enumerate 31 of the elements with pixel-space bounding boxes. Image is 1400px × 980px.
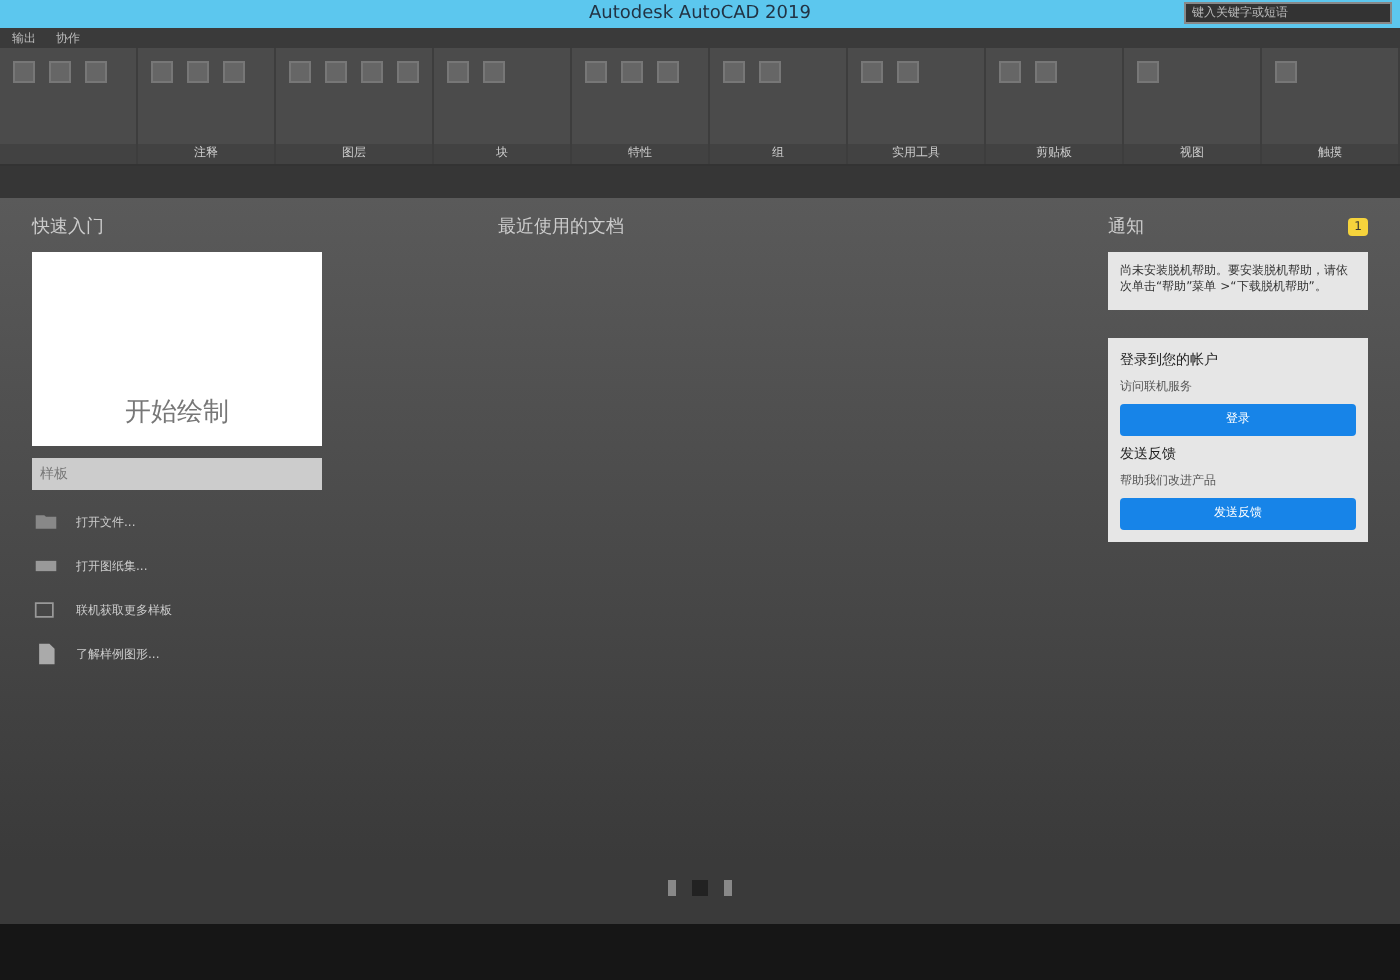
- toolbar-icon[interactable]: [1274, 60, 1298, 84]
- toolbar-icon[interactable]: [584, 60, 608, 84]
- toolbar-icon[interactable]: [48, 60, 72, 84]
- toolbar-icon[interactable]: [446, 60, 470, 84]
- toolbar-icon[interactable]: [1034, 60, 1058, 84]
- toolbar-icon[interactable]: [1136, 60, 1160, 84]
- start-drawing-card[interactable]: 开始绘制: [32, 252, 322, 446]
- toolbar-icon[interactable]: [998, 60, 1022, 84]
- toolbar-icon[interactable]: [758, 60, 782, 84]
- toolbar-icon[interactable]: [222, 60, 246, 84]
- toolbar-icon[interactable]: [482, 60, 506, 84]
- folder-icon: [32, 510, 60, 534]
- toolbar-icon[interactable]: [84, 60, 108, 84]
- toolbar-icon[interactable]: [620, 60, 644, 84]
- toolbar-icon[interactable]: [150, 60, 174, 84]
- tray-icon: [32, 598, 60, 622]
- toolbar-icon[interactable]: [656, 60, 680, 84]
- toolbar-icon[interactable]: [324, 60, 348, 84]
- toolbar-icon[interactable]: [860, 60, 884, 84]
- toolbar-icon[interactable]: [288, 60, 312, 84]
- section-heading: 最近使用的文档: [498, 215, 624, 240]
- section-heading: 快速入门: [32, 215, 106, 240]
- toolbar-icon[interactable]: [722, 60, 746, 84]
- toolbar-icon[interactable]: [186, 60, 210, 84]
- toolbar-icon[interactable]: [396, 60, 420, 84]
- section-heading: 通知: [1108, 215, 1144, 240]
- toolbar-icon[interactable]: [360, 60, 384, 84]
- card-label: 开始绘制: [125, 396, 229, 430]
- window-title: Autodesk AutoCAD 2019: [589, 4, 811, 24]
- toolbar-icon[interactable]: [896, 60, 920, 84]
- toolbar-icon[interactable]: [12, 60, 36, 84]
